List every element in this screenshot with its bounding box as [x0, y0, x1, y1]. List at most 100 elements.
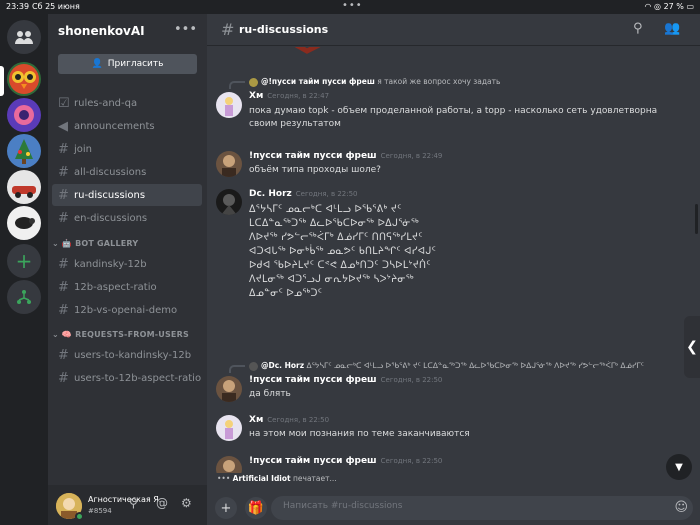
server-rail: +	[0, 14, 48, 525]
mention-icon[interactable]: @	[156, 496, 168, 510]
robot-icon: 🤖	[61, 239, 73, 248]
search-icon[interactable]: ⚲	[633, 21, 643, 36]
username: Агностическая Я...	[88, 495, 160, 504]
chevron-left-icon: ❮	[686, 339, 698, 355]
avatar[interactable]	[216, 92, 242, 118]
server-shonenkovai[interactable]	[7, 62, 41, 96]
more-options-icon[interactable]: •••	[174, 22, 197, 37]
avatar[interactable]	[216, 376, 242, 402]
message-author[interactable]: !пусси тайм пусси фреш	[249, 375, 377, 385]
multitasking-dots-icon[interactable]: •••	[342, 0, 363, 11]
reply-preview[interactable]: @!пусси тайм пусси фреш я такой же вопро…	[249, 77, 669, 87]
message-header: Хм Сегодня, в 22:47	[249, 91, 329, 101]
avatar-image	[216, 189, 242, 215]
message-timestamp: Сегодня, в 22:50	[380, 457, 443, 465]
hash-icon: #	[58, 164, 69, 180]
channel-rules-and-qa[interactable]: ☑ rules-and-qa	[52, 92, 202, 114]
avatar-image	[216, 376, 242, 402]
message-timestamp: Сегодня, в 22:50	[380, 376, 443, 384]
date: Сб 25 июня	[32, 2, 80, 11]
typing-dots-icon: •••	[217, 474, 231, 483]
channel-12b-vs-openai-demo[interactable]: # 12b-vs-openai-demo	[52, 299, 202, 321]
attach-button[interactable]: +	[215, 497, 237, 519]
gift-button[interactable]: 🎁	[245, 497, 267, 519]
members-icon[interactable]: 👥	[664, 21, 680, 36]
channel-label: join	[74, 143, 93, 155]
server-5[interactable]	[7, 206, 41, 240]
message-author[interactable]: Хм	[249, 415, 263, 425]
battery-icon: ▭	[686, 2, 694, 11]
composer-bar: + 🎁 ☺	[207, 492, 700, 525]
invite-label: Пригласить	[107, 59, 164, 69]
message-input[interactable]	[283, 501, 653, 511]
message-author[interactable]: Dc. Horz	[249, 189, 292, 199]
server-3[interactable]	[7, 134, 41, 168]
typing-text: печатает...	[293, 474, 337, 483]
avatar-image	[216, 456, 242, 473]
avatar[interactable]	[216, 151, 242, 177]
channel-label: ru-discussions	[74, 189, 146, 201]
add-server-button[interactable]: +	[7, 244, 41, 278]
server-icon	[7, 98, 41, 132]
reply-preview[interactable]: @Dc. Horz ᐃᕐᔭᓴᒥᑦ ᓄᓇᓕᒃᑕ ᐊᒻᒪᓗ ᐅᖃᕐᕕᒃ ᔪᑦ ᒪᑕᐃ…	[249, 361, 669, 371]
channel-label: users-to-kandinsky-12b	[74, 349, 192, 361]
message-timestamp: Сегодня, в 22:49	[380, 152, 443, 160]
channel-12b-aspect-ratio[interactable]: # 12b-aspect-ratio	[52, 276, 202, 298]
message-header: !пусси тайм пусси фреш Сегодня, в 22:50	[249, 456, 442, 466]
channel-ru-discussions[interactable]: # ru-discussions	[52, 184, 202, 206]
channel-en-discussions[interactable]: # en-discussions	[52, 207, 202, 229]
message-author[interactable]: !пусси тайм пусси фреш	[249, 456, 377, 466]
brain-icon: 🧠	[61, 330, 73, 339]
message-header: Dc. Horz Сегодня, в 22:50	[249, 189, 358, 199]
category-requests-from-users[interactable]: ⌄ 🧠 REQUESTS-FROM-USERS	[52, 330, 189, 339]
home-button[interactable]	[7, 20, 41, 54]
channel-users-to-kandinsky-12b[interactable]: # users-to-kandinsky-12b	[52, 344, 202, 366]
headphones-icon: ◎	[654, 2, 662, 11]
gear-icon[interactable]: ⚙	[181, 496, 192, 510]
message-author[interactable]: !пусси тайм пусси фреш	[249, 151, 377, 161]
message-list: @!пусси тайм пусси фреш я такой же вопро…	[207, 47, 700, 473]
server-2[interactable]	[7, 98, 41, 132]
avatar[interactable]	[216, 189, 242, 215]
discover-servers-button[interactable]	[7, 280, 41, 314]
avatar[interactable]	[216, 456, 242, 473]
avatar	[249, 361, 258, 371]
channel-label: users-to-12b-aspect-ratio	[74, 372, 202, 384]
discover-icon	[17, 290, 31, 304]
message-timestamp: Сегодня, в 22:50	[295, 190, 358, 198]
hash-icon: #	[58, 370, 69, 386]
member-list-toggle[interactable]: ❮	[684, 316, 700, 378]
channel-kandinsky-12b[interactable]: # kandinsky-12b	[52, 253, 202, 275]
channel-header: # ru-discussions ⚲ 👥	[207, 14, 700, 46]
jump-to-present-button[interactable]: ▼	[666, 454, 692, 480]
tree-server-icon	[7, 134, 41, 168]
category-bot-gallery[interactable]: ⌄ 🤖 BOT GALLERY	[52, 239, 138, 248]
avatar-image	[216, 151, 242, 177]
avatar[interactable]	[216, 415, 242, 441]
channel-join[interactable]: # join	[52, 138, 202, 160]
online-status-icon	[75, 512, 84, 521]
plus-icon: +	[15, 249, 33, 273]
channel-users-to-12b-aspect-ratio[interactable]: # users-to-12b-aspect-ratio	[52, 367, 202, 389]
channel-label: all-discussions	[74, 166, 147, 178]
search-user-icon[interactable]: ⚲	[129, 496, 138, 510]
megaphone-icon: ◀	[58, 118, 68, 134]
message-author[interactable]: Хм	[249, 91, 263, 101]
invite-button[interactable]: 👤 Пригласить	[58, 54, 197, 74]
guild-name[interactable]: shonenkovAI	[58, 24, 145, 38]
channel-sidebar: shonenkovAI ••• 👤 Пригласить ☑ rules-and…	[48, 14, 207, 525]
wifi-icon: ◠	[644, 2, 652, 11]
battery-percent: 27 %	[663, 2, 684, 11]
server-4[interactable]	[7, 170, 41, 204]
hash-icon: #	[221, 20, 235, 39]
category-label: BOT GALLERY	[75, 239, 139, 248]
channel-announcements[interactable]: ◀ announcements	[52, 115, 202, 137]
channel-all-discussions[interactable]: # all-discussions	[52, 161, 202, 183]
avatar	[249, 77, 258, 87]
message-header: !пусси тайм пусси фреш Сегодня, в 22:50	[249, 375, 442, 385]
hash-icon: #	[58, 256, 69, 272]
emoji-icon[interactable]: ☺	[674, 500, 688, 515]
scrollbar[interactable]	[695, 204, 698, 234]
channel-label: 12b-aspect-ratio	[74, 281, 157, 293]
plus-icon: +	[220, 500, 232, 516]
